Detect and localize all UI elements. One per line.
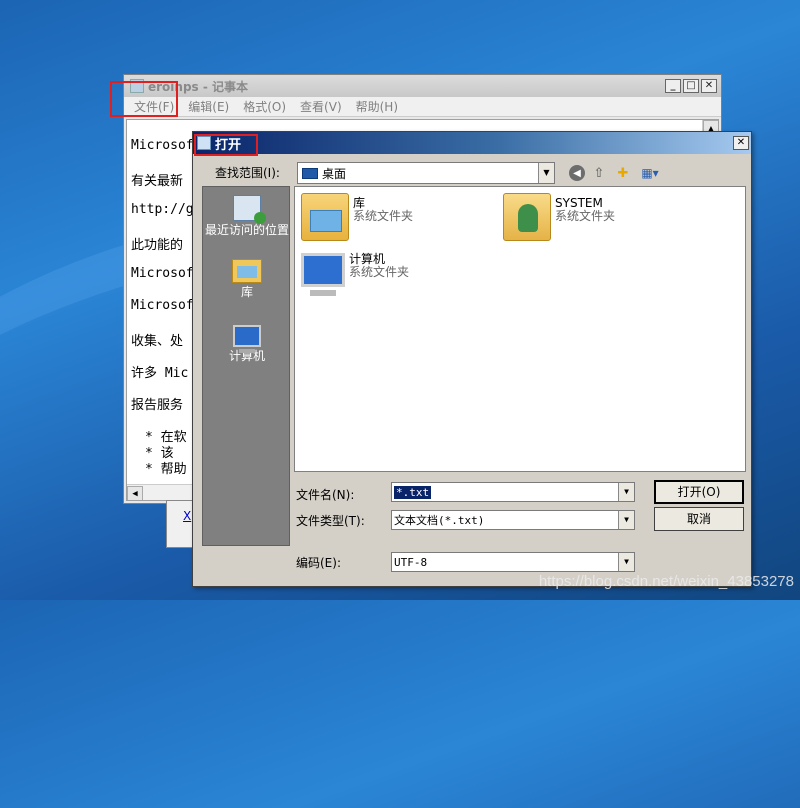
views-menu-icon[interactable]: ▦▾ — [637, 163, 663, 183]
dropdown-arrow-icon[interactable]: ▼ — [618, 553, 634, 571]
scroll-left-icon[interactable]: ◀ — [127, 486, 143, 500]
filename-label: 文件名(N): — [296, 488, 355, 502]
filetype-value: 文本文档(*.txt) — [394, 514, 485, 527]
computer-icon — [301, 253, 345, 296]
library-icon — [232, 259, 262, 283]
notepad-menu-bar: 文件(F) 编辑(E) 格式(O) 查看(V) 帮助(H) — [124, 97, 721, 117]
file-list[interactable]: 库 系统文件夹 SYSTEM 系统文件夹 计算机 系统文件夹 — [294, 186, 746, 472]
file-item-system[interactable]: SYSTEM 系统文件夹 — [503, 193, 615, 241]
library-folder-icon — [301, 193, 349, 241]
filetype-dropdown[interactable]: 文本文档(*.txt) ▼ — [391, 510, 635, 530]
up-folder-icon[interactable]: ⇧ — [589, 163, 609, 183]
look-in-dropdown[interactable]: 桌面 ▼ — [297, 162, 555, 184]
dropdown-arrow-icon[interactable]: ▼ — [618, 511, 634, 529]
menu-view[interactable]: 查看(V) — [298, 98, 344, 115]
menu-help[interactable]: 帮助(H) — [354, 98, 400, 115]
encoding-value: UTF-8 — [394, 555, 428, 569]
file-type: 系统文件夹 — [353, 209, 414, 223]
file-type: 系统文件夹 — [349, 265, 410, 279]
dialog-title-bar[interactable]: 打开 ✕ — [193, 132, 751, 154]
look-in-value: 桌面 — [322, 166, 347, 181]
menu-format[interactable]: 格式(O) — [241, 98, 288, 115]
place-recent[interactable]: 最近访问的位置 — [203, 195, 291, 237]
computer-icon — [233, 325, 261, 353]
places-bar: 最近访问的位置 库 计算机 — [202, 186, 290, 546]
encoding-dropdown[interactable]: UTF-8 ▼ — [391, 552, 635, 572]
recent-places-icon — [233, 195, 266, 224]
user-folder-icon — [503, 193, 551, 241]
filename-input[interactable]: *.txt ▼ — [391, 482, 635, 502]
file-item-computer[interactable]: 计算机 系统文件夹 — [301, 249, 410, 296]
new-folder-icon[interactable]: ✚ — [613, 163, 633, 183]
desktop-icon — [302, 167, 318, 179]
place-label: 库 — [240, 285, 253, 299]
open-button[interactable]: 打开(O) — [654, 480, 744, 504]
background-link[interactable]: X — [183, 509, 191, 523]
watermark: https://blog.csdn.net/weixin_43853278 — [538, 573, 794, 590]
maximize-button[interactable]: □ — [683, 79, 699, 93]
dialog-toolbar: ◀ ⇧ ✚ ▦▾ — [569, 163, 663, 183]
minimize-button[interactable]: _ — [665, 79, 681, 93]
highlight-dialog-title — [194, 134, 258, 156]
menu-edit[interactable]: 编辑(E) — [186, 98, 231, 115]
notepad-title-bar[interactable]: eroinps - 记事本 _ □ ✕ — [124, 75, 721, 97]
close-button[interactable]: ✕ — [701, 79, 717, 93]
dropdown-arrow-icon[interactable]: ▼ — [618, 483, 634, 501]
filetype-label: 文件类型(T): — [296, 514, 365, 528]
place-library[interactable]: 库 — [203, 259, 291, 299]
cancel-button[interactable]: 取消 — [654, 507, 744, 531]
dropdown-arrow-icon[interactable]: ▼ — [538, 163, 554, 183]
back-icon[interactable]: ◀ — [569, 165, 585, 181]
open-dialog: 打开 ✕ 查找范围(I): 桌面 ▼ ◀ ⇧ ✚ ▦▾ 最近访问的位置 库 计算… — [192, 131, 752, 587]
filename-value: *.txt — [394, 485, 432, 499]
encoding-label: 编码(E): — [296, 556, 341, 570]
highlight-file-menu — [110, 81, 178, 117]
file-item-library[interactable]: 库 系统文件夹 — [301, 193, 413, 241]
place-label: 最近访问的位置 — [204, 223, 289, 237]
dialog-close-button[interactable]: ✕ — [733, 136, 749, 150]
look-in-label: 查找范围(I): — [215, 166, 280, 180]
place-computer[interactable]: 计算机 — [203, 325, 291, 363]
file-type: 系统文件夹 — [555, 209, 616, 223]
